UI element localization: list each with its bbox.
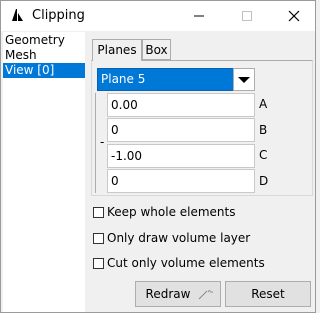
clipping-window: Clipping Geometry Mesh View [0] Planes B… xyxy=(0,0,316,313)
minimize-icon xyxy=(194,15,204,17)
group-dash: - xyxy=(100,135,105,149)
cut-only-volume-elements-label: Cut only volume elements xyxy=(107,256,265,270)
plane-select-value: Plane 5 xyxy=(101,72,146,86)
title-bar[interactable]: Clipping xyxy=(1,1,315,31)
redraw-button[interactable]: Redraw xyxy=(135,281,221,307)
auto-redraw-icon xyxy=(198,289,213,300)
coef-b-field[interactable]: 0 xyxy=(107,118,255,142)
sidebar-item-geometry[interactable]: Geometry xyxy=(3,33,85,48)
window-title: Clipping xyxy=(32,8,85,23)
coef-c-value: -1.00 xyxy=(111,149,143,163)
coef-d-value: 0 xyxy=(111,174,119,188)
tab-box[interactable]: Box xyxy=(142,39,171,60)
coef-c-field[interactable]: -1.00 xyxy=(107,144,255,168)
close-icon xyxy=(288,10,300,22)
only-draw-volume-layer-checkbox[interactable] xyxy=(93,233,104,244)
coef-a-value: 0.00 xyxy=(111,98,138,112)
plane-select[interactable]: Plane 5 xyxy=(97,68,255,91)
redraw-button-label: Redraw xyxy=(145,287,191,301)
tab-planes[interactable]: Planes xyxy=(92,39,142,61)
cut-only-volume-elements-checkbox[interactable] xyxy=(93,258,104,269)
sidebar-item-mesh[interactable]: Mesh xyxy=(3,48,85,63)
app-logo-icon xyxy=(12,9,23,21)
coef-b-label: B xyxy=(259,123,268,137)
coef-b-value: 0 xyxy=(111,123,119,137)
coef-a-label: A xyxy=(259,97,268,111)
coef-d-label: D xyxy=(259,174,269,188)
minimize-button[interactable] xyxy=(176,1,222,31)
sidebar-tree: Geometry Mesh View [0] xyxy=(3,32,85,312)
dropdown-button[interactable] xyxy=(233,68,255,91)
close-button[interactable] xyxy=(271,1,317,31)
reset-button-label: Reset xyxy=(251,287,285,301)
dropdown-arrow-icon xyxy=(238,77,250,83)
coef-d-field[interactable]: 0 xyxy=(107,169,255,193)
maximize-icon xyxy=(242,11,252,21)
coef-c-label: C xyxy=(259,148,268,162)
reset-button[interactable]: Reset xyxy=(225,281,311,307)
maximize-button[interactable] xyxy=(224,1,270,31)
keep-whole-elements-checkbox[interactable] xyxy=(93,207,104,218)
keep-whole-elements-label: Keep whole elements xyxy=(107,205,236,219)
coef-a-field[interactable]: 0.00 xyxy=(107,93,255,117)
only-draw-volume-layer-label: Only draw volume layer xyxy=(107,231,251,245)
sidebar-item-view[interactable]: View [0] xyxy=(3,63,85,78)
